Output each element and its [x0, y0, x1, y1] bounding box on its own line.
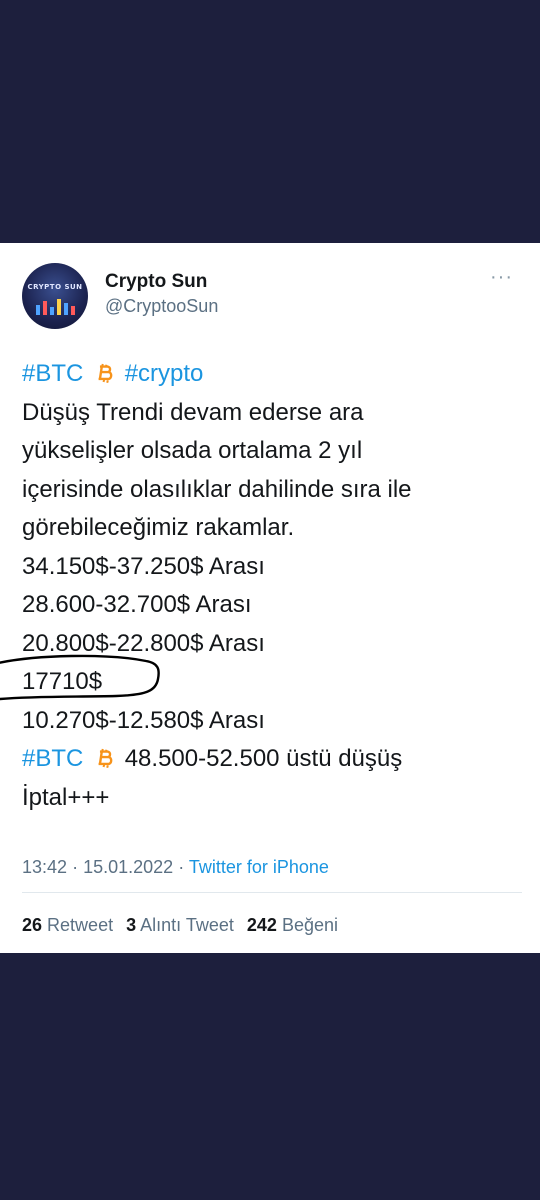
tweet-line: görebileceğimiz rakamlar.	[22, 514, 295, 541]
tweet-line: 28.600-32.700$ Arası	[22, 591, 252, 618]
quote-tweets-count: 3	[126, 915, 137, 935]
avatar-chart-graphic	[36, 299, 75, 315]
meta-separator: ·	[178, 857, 185, 877]
likes-label: Beğeni	[281, 915, 338, 935]
avatar-logo-text: CRYPTO SUN	[27, 283, 83, 291]
quote-tweets-label: Alıntı Tweet	[140, 915, 234, 935]
tweet-line-hashtags: #BTC #crypto	[22, 355, 527, 394]
tweet-card: CRYPTO SUN Crypto Sun @CryptooSun ··· #B…	[0, 243, 540, 953]
tweet-line: 10.270$-12.580$ Arası	[22, 706, 265, 734]
retweets-label: Retweet	[47, 915, 114, 935]
tweet-meta: 13:42 · 15.01.2022 · Twitter for iPhone	[22, 857, 329, 878]
likes-count: 242	[246, 915, 277, 935]
author-avatar[interactable]: CRYPTO SUN	[22, 263, 88, 329]
hashtag-crypto-link[interactable]: #crypto	[125, 360, 204, 387]
bitcoin-icon	[98, 748, 113, 768]
threshold-text: 48.500-52.500 üstü düşüş	[124, 745, 403, 772]
hashtag-btc-link[interactable]: #BTC	[22, 360, 83, 387]
author-display-name[interactable]: Crypto Sun	[105, 271, 207, 293]
tweet-line-circled: 17710$	[0, 654, 527, 702]
author-handle[interactable]: @CryptooSun	[105, 296, 218, 317]
tweet-line: Düşüş Trendi devam ederse ara	[22, 398, 364, 426]
tweet-line: İptal+++	[22, 783, 110, 811]
more-horizontal-icon[interactable]: ···	[490, 267, 520, 287]
retweets-count: 26	[22, 915, 43, 935]
tweet-line: içerisinde olasılıklar dahilinde sıra il…	[22, 475, 412, 503]
circled-price: 17710$	[0, 654, 160, 702]
likes-stat[interactable]: 242 Beğeni	[247, 915, 338, 935]
circled-price-text: 17710$	[22, 668, 103, 695]
meta-separator: ·	[72, 857, 79, 877]
tweet-time[interactable]: 13:42	[22, 857, 67, 877]
tweet-line-btc-threshold: #BTC 48.500-52.500 üstü düşüş	[22, 740, 527, 779]
tweet-line: yükselişler olsada ortalama 2 yıl	[22, 437, 363, 464]
tweet-line: 20.800$-22.800$ Arası	[22, 629, 265, 657]
tweet-source-link[interactable]: Twitter for iPhone	[189, 857, 329, 877]
bitcoin-icon	[98, 363, 113, 383]
hashtag-btc-link[interactable]: #BTC	[22, 745, 83, 772]
tweet-stats: 26 Retweet 3 Alıntı Tweet 242 Beğeni	[22, 915, 346, 936]
tweet-line: 34.150$-37.250$ Arası	[22, 552, 265, 580]
tweet-text: #BTC #crypto Düşüş Trendi devam ederse a…	[0, 355, 527, 817]
quote-tweets-stat[interactable]: 3 Alıntı Tweet	[126, 915, 234, 935]
retweets-stat[interactable]: 26 Retweet	[22, 915, 113, 935]
tweet-date[interactable]: 15.01.2022	[83, 857, 173, 877]
divider	[22, 892, 522, 893]
